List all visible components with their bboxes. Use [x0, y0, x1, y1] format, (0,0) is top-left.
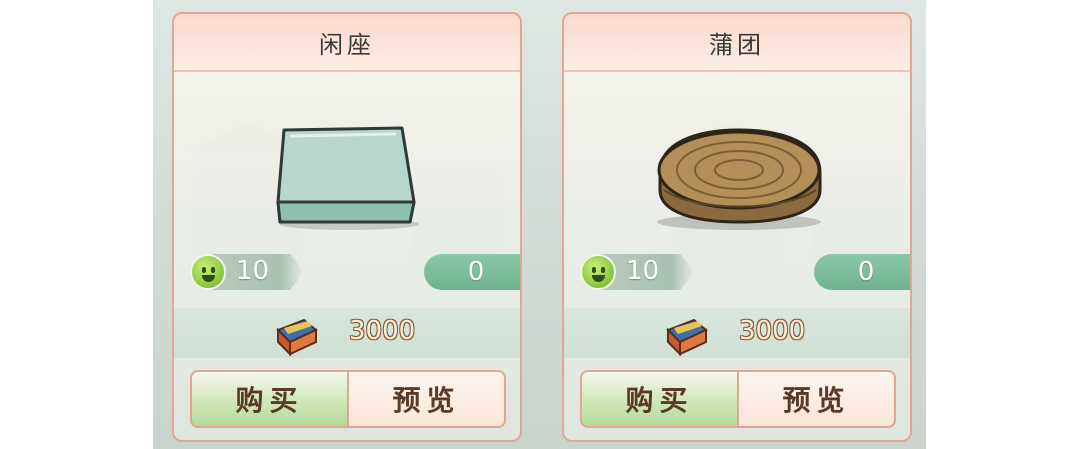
- owned-count-pill: 0: [814, 254, 910, 290]
- treasure-chest-icon: [276, 318, 318, 356]
- item-image-area: [564, 72, 910, 252]
- card-header: 闲座: [174, 14, 520, 72]
- price-row: 3000: [174, 308, 520, 358]
- shop-item-card-straw-cushion[interactable]: 蒲团 10 0 3000 购买 预览: [562, 12, 912, 442]
- heat-value: 10: [626, 256, 660, 286]
- heat-value: 10: [236, 256, 270, 286]
- preview-button[interactable]: 预览: [739, 370, 896, 428]
- treasure-chest-icon: [666, 318, 708, 356]
- owned-count: 0: [857, 257, 875, 287]
- action-buttons: 购买 预览: [580, 370, 896, 428]
- item-image-area: [174, 72, 520, 252]
- buy-button[interactable]: 购买: [190, 370, 349, 428]
- smiley-icon: [190, 254, 226, 290]
- owned-count: 0: [467, 257, 485, 287]
- stat-row: 10 0: [564, 254, 910, 292]
- straw-cushion-icon: [657, 128, 822, 230]
- owned-count-pill: 0: [424, 254, 520, 290]
- price-row: 3000: [564, 308, 910, 358]
- item-name: 蒲团: [709, 30, 765, 59]
- action-buttons: 购买 预览: [190, 370, 506, 428]
- price-value: 3000: [739, 316, 806, 346]
- card-header: 蒲团: [564, 14, 910, 72]
- item-name: 闲座: [319, 30, 375, 59]
- buy-button[interactable]: 购买: [580, 370, 739, 428]
- stat-row: 10 0: [174, 254, 520, 292]
- shop-item-card-stone-seat[interactable]: 闲座 10 0 3000 购买 预览: [172, 12, 522, 442]
- price-value: 3000: [349, 316, 416, 346]
- preview-button[interactable]: 预览: [349, 370, 506, 428]
- smiley-icon: [580, 254, 616, 290]
- stone-seat-icon: [276, 126, 419, 230]
